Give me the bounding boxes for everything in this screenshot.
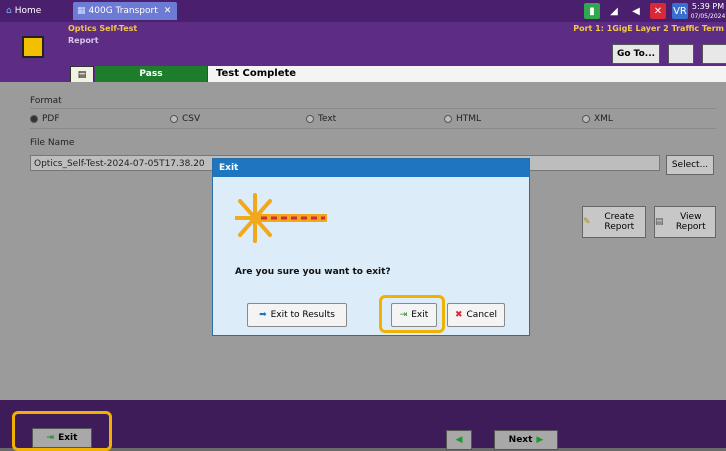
exit-to-results-button[interactable]: ➡ Exit to Results	[247, 303, 347, 327]
radio-icon	[582, 115, 590, 123]
tab-home-label: Home	[14, 6, 42, 16]
exit-dialog: Exit Are you sure you want to exit? ➡ Ex…	[212, 158, 530, 336]
tab-home[interactable]: ⌂ Home	[2, 2, 76, 20]
exit-label: Exit	[58, 433, 78, 443]
back-arrow-button[interactable]: ◀	[446, 430, 472, 450]
format-option-label: Text	[318, 114, 337, 124]
network-icon: ◢	[606, 3, 622, 19]
arrow-into-icon: ➡	[259, 310, 267, 320]
dialog-title: Exit	[213, 159, 529, 177]
radio-icon	[306, 115, 314, 123]
app-title: Optics Self-Test	[68, 24, 138, 33]
test-status: Test Complete	[208, 66, 726, 82]
home-icon: ⌂	[6, 6, 12, 16]
exit-door-icon: ⇥	[399, 310, 408, 320]
page-subtitle: Report	[68, 36, 99, 45]
view-report-button[interactable]: ▤ View Report	[654, 206, 716, 238]
clock-time: 5:39 PM	[691, 2, 725, 11]
close-icon: ✖	[454, 310, 463, 320]
format-option-label: PDF	[42, 114, 60, 124]
battery-icon: ▮	[584, 3, 600, 19]
dialog-exit-button[interactable]: ⇥ Exit	[391, 303, 437, 327]
format-option-csv[interactable]: CSV	[170, 114, 200, 124]
exit-door-icon: ⇥	[46, 433, 55, 443]
clock-date: 07/05/2024	[690, 13, 726, 20]
create-report-button[interactable]: ✎ Create Report	[582, 206, 646, 238]
format-option-text[interactable]: Text	[306, 114, 336, 124]
format-option-pdf[interactable]: PDF	[30, 114, 60, 124]
pencil-icon: ✎	[583, 217, 591, 227]
toolbar-button-2[interactable]	[668, 44, 694, 64]
radio-icon	[444, 115, 452, 123]
document-view-icon: ▤	[655, 217, 664, 227]
tab-400g-transport[interactable]: ▦ 400G Transport ✕	[73, 2, 177, 20]
dialog-exit-label: Exit	[411, 310, 429, 320]
arrow-right-icon: ▶	[536, 435, 544, 445]
tab-transport-label: 400G Transport	[88, 6, 158, 16]
dialog-question: Are you sure you want to exit?	[235, 267, 391, 277]
divider	[30, 108, 716, 109]
select-file-button[interactable]: Select...	[666, 155, 714, 175]
port-info: Port 1: 1GigE Layer 2 Traffic Term	[573, 24, 724, 33]
radio-selected-icon	[30, 115, 38, 123]
format-label: Format	[30, 96, 62, 106]
close-tab-icon[interactable]: ✕	[164, 6, 172, 16]
format-option-label: HTML	[456, 114, 482, 124]
exit-to-results-label: Exit to Results	[270, 310, 335, 320]
next-label: Next	[508, 435, 533, 445]
cancel-button[interactable]: ✖ Cancel	[447, 303, 505, 327]
divider	[30, 128, 716, 129]
laser-warning-icon	[235, 193, 327, 243]
format-option-label: CSV	[182, 114, 201, 124]
clock: 5:39 PM 07/05/2024	[690, 0, 726, 24]
camera-icon[interactable]	[702, 44, 726, 64]
format-option-html[interactable]: HTML	[444, 114, 481, 124]
arrow-left-icon: ◀	[455, 435, 463, 445]
grid-icon: ▦	[77, 6, 86, 16]
view-report-label: View Report	[675, 212, 706, 232]
status-icons: ▮ ◢ ◀ ✕ VR	[584, 3, 688, 19]
pass-badge: Pass	[95, 66, 207, 82]
exit-button[interactable]: ⇥ Exit	[32, 428, 92, 448]
alarm-x-icon[interactable]: ✕	[650, 3, 666, 19]
format-option-xml[interactable]: XML	[582, 114, 613, 124]
format-option-label: XML	[594, 114, 613, 124]
radio-icon	[170, 115, 178, 123]
goto-button[interactable]: Go To...	[612, 44, 660, 64]
cancel-label: Cancel	[466, 310, 498, 320]
next-button[interactable]: Next ▶	[494, 430, 558, 450]
create-report-label: Create Report	[604, 212, 635, 232]
app-menu-icon[interactable]	[22, 36, 44, 58]
file-name-label: File Name	[30, 138, 75, 148]
speaker-icon[interactable]: ◀	[628, 3, 644, 19]
vr-icon[interactable]: VR	[672, 3, 688, 19]
